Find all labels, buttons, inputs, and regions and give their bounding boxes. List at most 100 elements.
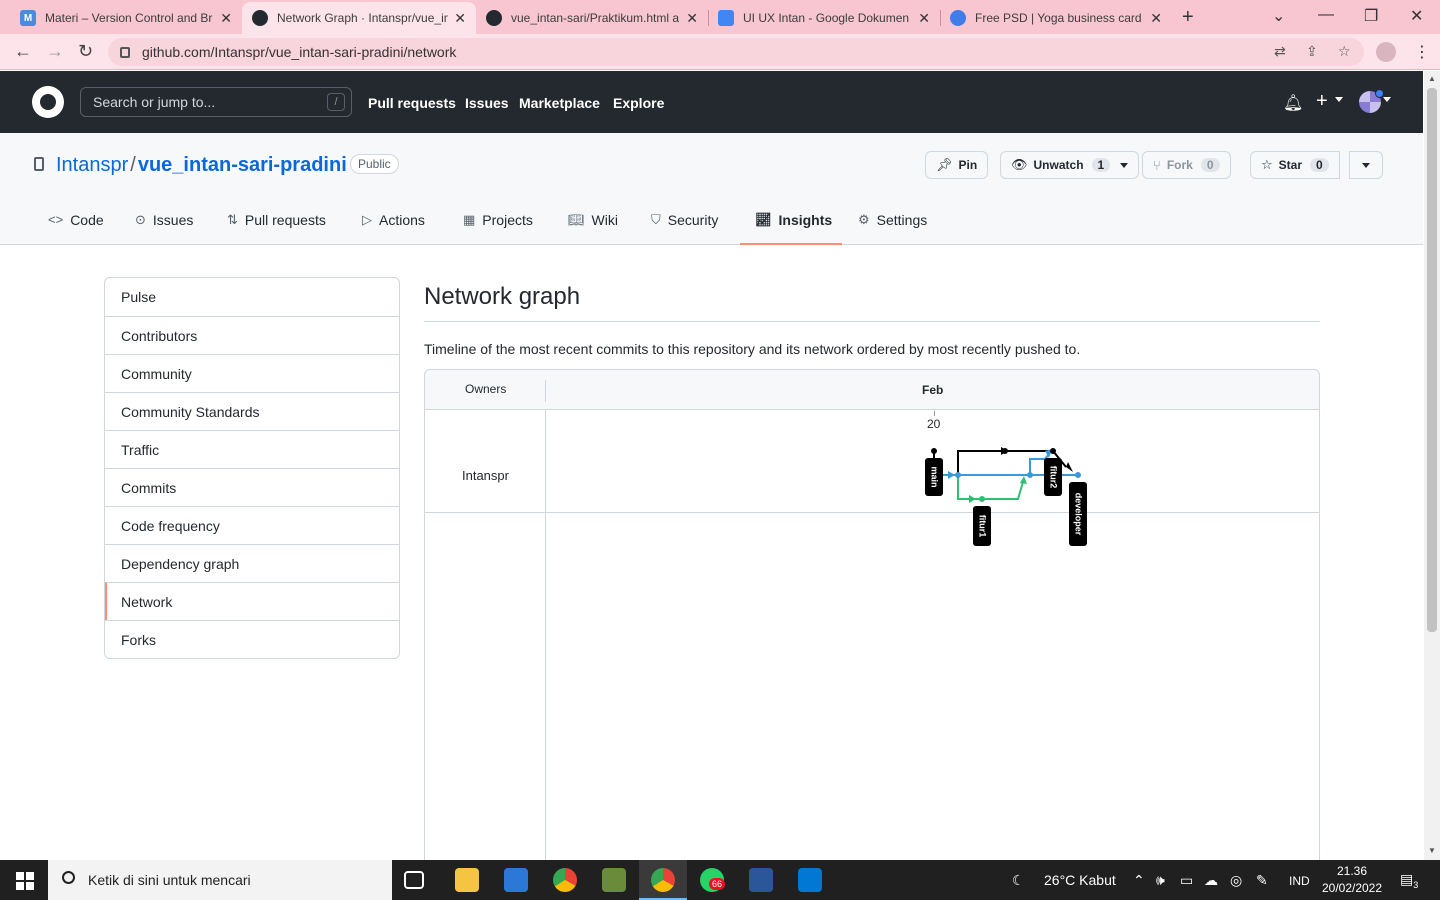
github-logo-icon[interactable]: [32, 86, 64, 118]
windows-start-icon[interactable]: [16, 872, 34, 890]
tab-pull-requests[interactable]: ⇅ Pull requests: [227, 212, 326, 245]
tab-settings[interactable]: ⚙ Settings: [858, 212, 927, 245]
nav-pull-requests[interactable]: Pull requests: [368, 95, 456, 111]
weather-text[interactable]: 26°C Kabut: [1044, 872, 1116, 888]
close-tab-icon[interactable]: ✕: [1150, 10, 1162, 27]
url-input[interactable]: github.com/Intanspr/vue_intan-sari-pradi…: [108, 38, 1364, 66]
pin-label: Pin: [958, 158, 978, 172]
main-branch-loop: [957, 450, 1053, 475]
repo-name-link[interactable]: vue_intan-sari-pradini: [138, 154, 347, 176]
visibility-badge: Public: [350, 154, 399, 174]
close-tab-icon[interactable]: ✕: [454, 10, 466, 27]
create-new-icon[interactable]: +: [1316, 90, 1328, 113]
minimize-button[interactable]: —: [1318, 6, 1334, 24]
profile-avatar[interactable]: [1376, 42, 1396, 62]
back-button[interactable]: ←: [14, 41, 32, 62]
nav-issues[interactable]: Issues: [465, 95, 509, 111]
notification-center-icon[interactable]: ▤3: [1400, 871, 1418, 890]
task-view-icon[interactable]: [404, 871, 424, 889]
pin-button[interactable]: 📌︎ Pin: [925, 151, 989, 179]
sidebar-item-community[interactable]: Community: [105, 354, 399, 392]
close-tab-icon[interactable]: ✕: [686, 10, 698, 27]
volume-icon[interactable]: 🕪︎: [1156, 872, 1165, 889]
tab-projects[interactable]: ▦ Projects: [463, 212, 533, 245]
eye-icon: 👁︎: [1011, 157, 1028, 172]
notifications-bell-icon[interactable]: 🔔︎: [1283, 93, 1303, 112]
commit-dot: [1050, 448, 1056, 454]
url-text: github.com/Intanspr/vue_intan-sari-pradi…: [142, 44, 457, 60]
sidebar-item-network[interactable]: Network: [105, 582, 399, 620]
photos-icon[interactable]: [798, 868, 822, 892]
close-window-button[interactable]: ✕: [1410, 6, 1423, 26]
browser-tab-title: Network Graph · Intanspr/vue_in: [277, 11, 449, 25]
browser-tab-title: Free PSD | Yoga business card te: [975, 11, 1145, 25]
nav-explore[interactable]: Explore: [613, 95, 664, 111]
chrome-icon[interactable]: [553, 868, 577, 892]
commit-dot: [931, 448, 937, 454]
translate-icon[interactable]: ⇄: [1274, 43, 1286, 60]
sidebar-item-code-frequency[interactable]: Code frequency: [105, 506, 399, 544]
tab-wiki[interactable]: 📖︎ Wiki: [568, 212, 618, 245]
onedrive-icon[interactable]: ☁: [1204, 872, 1218, 889]
chrome-profile-icon[interactable]: [651, 868, 675, 892]
nav-marketplace[interactable]: Marketplace: [519, 95, 600, 111]
chevron-down-icon[interactable]: [1383, 97, 1391, 102]
watch-button[interactable]: 👁︎ Unwatch 1: [1000, 151, 1140, 179]
chevron-down-icon: [1362, 162, 1370, 168]
sidebar-item-commits[interactable]: Commits: [105, 468, 399, 506]
browser-tab-praktikum[interactable]: vue_intan-sari/Praktikum.html a ✕: [476, 2, 708, 34]
file-explorer-icon[interactable]: [455, 868, 479, 892]
moodle-favicon-icon: M: [20, 10, 36, 26]
browser-tab-freepik[interactable]: Free PSD | Yoga business card te ✕: [940, 2, 1172, 34]
share-icon[interactable]: ⇪: [1306, 43, 1318, 60]
star-dropdown-button[interactable]: [1349, 151, 1383, 179]
sidebar-item-pulse[interactable]: Pulse: [105, 278, 399, 316]
browser-menu-icon[interactable]: ⋮: [1414, 42, 1430, 62]
star-button[interactable]: ☆ Star 0: [1250, 151, 1340, 179]
weather-icon[interactable]: ☾: [1012, 872, 1025, 889]
search-input[interactable]: Search or jump to... /: [80, 87, 352, 117]
sidebar-item-contributors[interactable]: Contributors: [105, 316, 399, 354]
scroll-down-arrow-icon[interactable]: ▼: [1428, 846, 1436, 855]
reload-button[interactable]: ↻: [78, 41, 93, 62]
tab-search-icon[interactable]: ⌄: [1272, 6, 1285, 26]
sidebar-item-traffic[interactable]: Traffic: [105, 430, 399, 468]
taskbar-search-input[interactable]: Ketik di sini untuk mencari: [48, 860, 392, 900]
close-tab-icon[interactable]: ✕: [220, 10, 232, 27]
minecraft-icon[interactable]: [602, 868, 626, 892]
tab-security[interactable]: ⛉ Security: [651, 212, 718, 245]
new-tab-button[interactable]: +: [1182, 6, 1194, 29]
repo-owner-link[interactable]: Intanspr: [56, 154, 128, 176]
microsoft-store-icon[interactable]: [504, 868, 528, 892]
browser-tab-google-docs[interactable]: UI UX Intan - Google Dokumen ✕: [708, 2, 940, 34]
taskbar-clock[interactable]: 21.36 20/02/2022: [1318, 863, 1386, 897]
tab-code[interactable]: <> Code: [48, 212, 104, 245]
pin-icon: 📌︎: [936, 157, 953, 172]
fork-button[interactable]: ⑂ Fork 0: [1142, 151, 1231, 179]
bookmark-star-icon[interactable]: ☆: [1338, 43, 1351, 60]
sidebar-item-dependency-graph[interactable]: Dependency graph: [105, 544, 399, 582]
tab-issues[interactable]: ⊙ Issues: [135, 212, 193, 245]
tab-actions[interactable]: ▷ Actions: [362, 212, 425, 245]
maximize-button[interactable]: ❐: [1364, 6, 1378, 26]
meet-now-icon[interactable]: ◎: [1230, 872, 1242, 889]
network-graph[interactable]: Owners Feb 20 Intanspr main fitur1 fitur…: [424, 369, 1320, 870]
sidebar-item-forks[interactable]: Forks: [105, 620, 399, 658]
network-icon[interactable]: ▭: [1180, 872, 1193, 889]
scrollbar-thumb[interactable]: [1427, 88, 1437, 632]
close-tab-icon[interactable]: ✕: [918, 10, 930, 27]
branch-label-text: developer: [1074, 493, 1084, 536]
network-graph-canvas[interactable]: main fitur1 fitur2 developer: [425, 370, 1319, 570]
tray-expand-icon[interactable]: ⌃: [1133, 872, 1145, 889]
scroll-up-arrow-icon[interactable]: ▲: [1428, 74, 1436, 83]
chevron-down-icon[interactable]: [1335, 97, 1343, 102]
word-icon[interactable]: [749, 868, 773, 892]
forward-button[interactable]: →: [46, 41, 64, 62]
sidebar-item-community-standards[interactable]: Community Standards: [105, 392, 399, 430]
language-indicator[interactable]: IND: [1289, 874, 1310, 888]
browser-tab-network-graph[interactable]: Network Graph · Intanspr/vue_in ✕: [242, 2, 476, 34]
pen-icon[interactable]: ✎: [1256, 872, 1268, 889]
browser-tab-materi[interactable]: M Materi – Version Control and Br ✕: [10, 2, 242, 34]
page-title: Network graph: [424, 283, 581, 310]
tab-insights[interactable]: 📈︎ Insights: [740, 212, 842, 245]
